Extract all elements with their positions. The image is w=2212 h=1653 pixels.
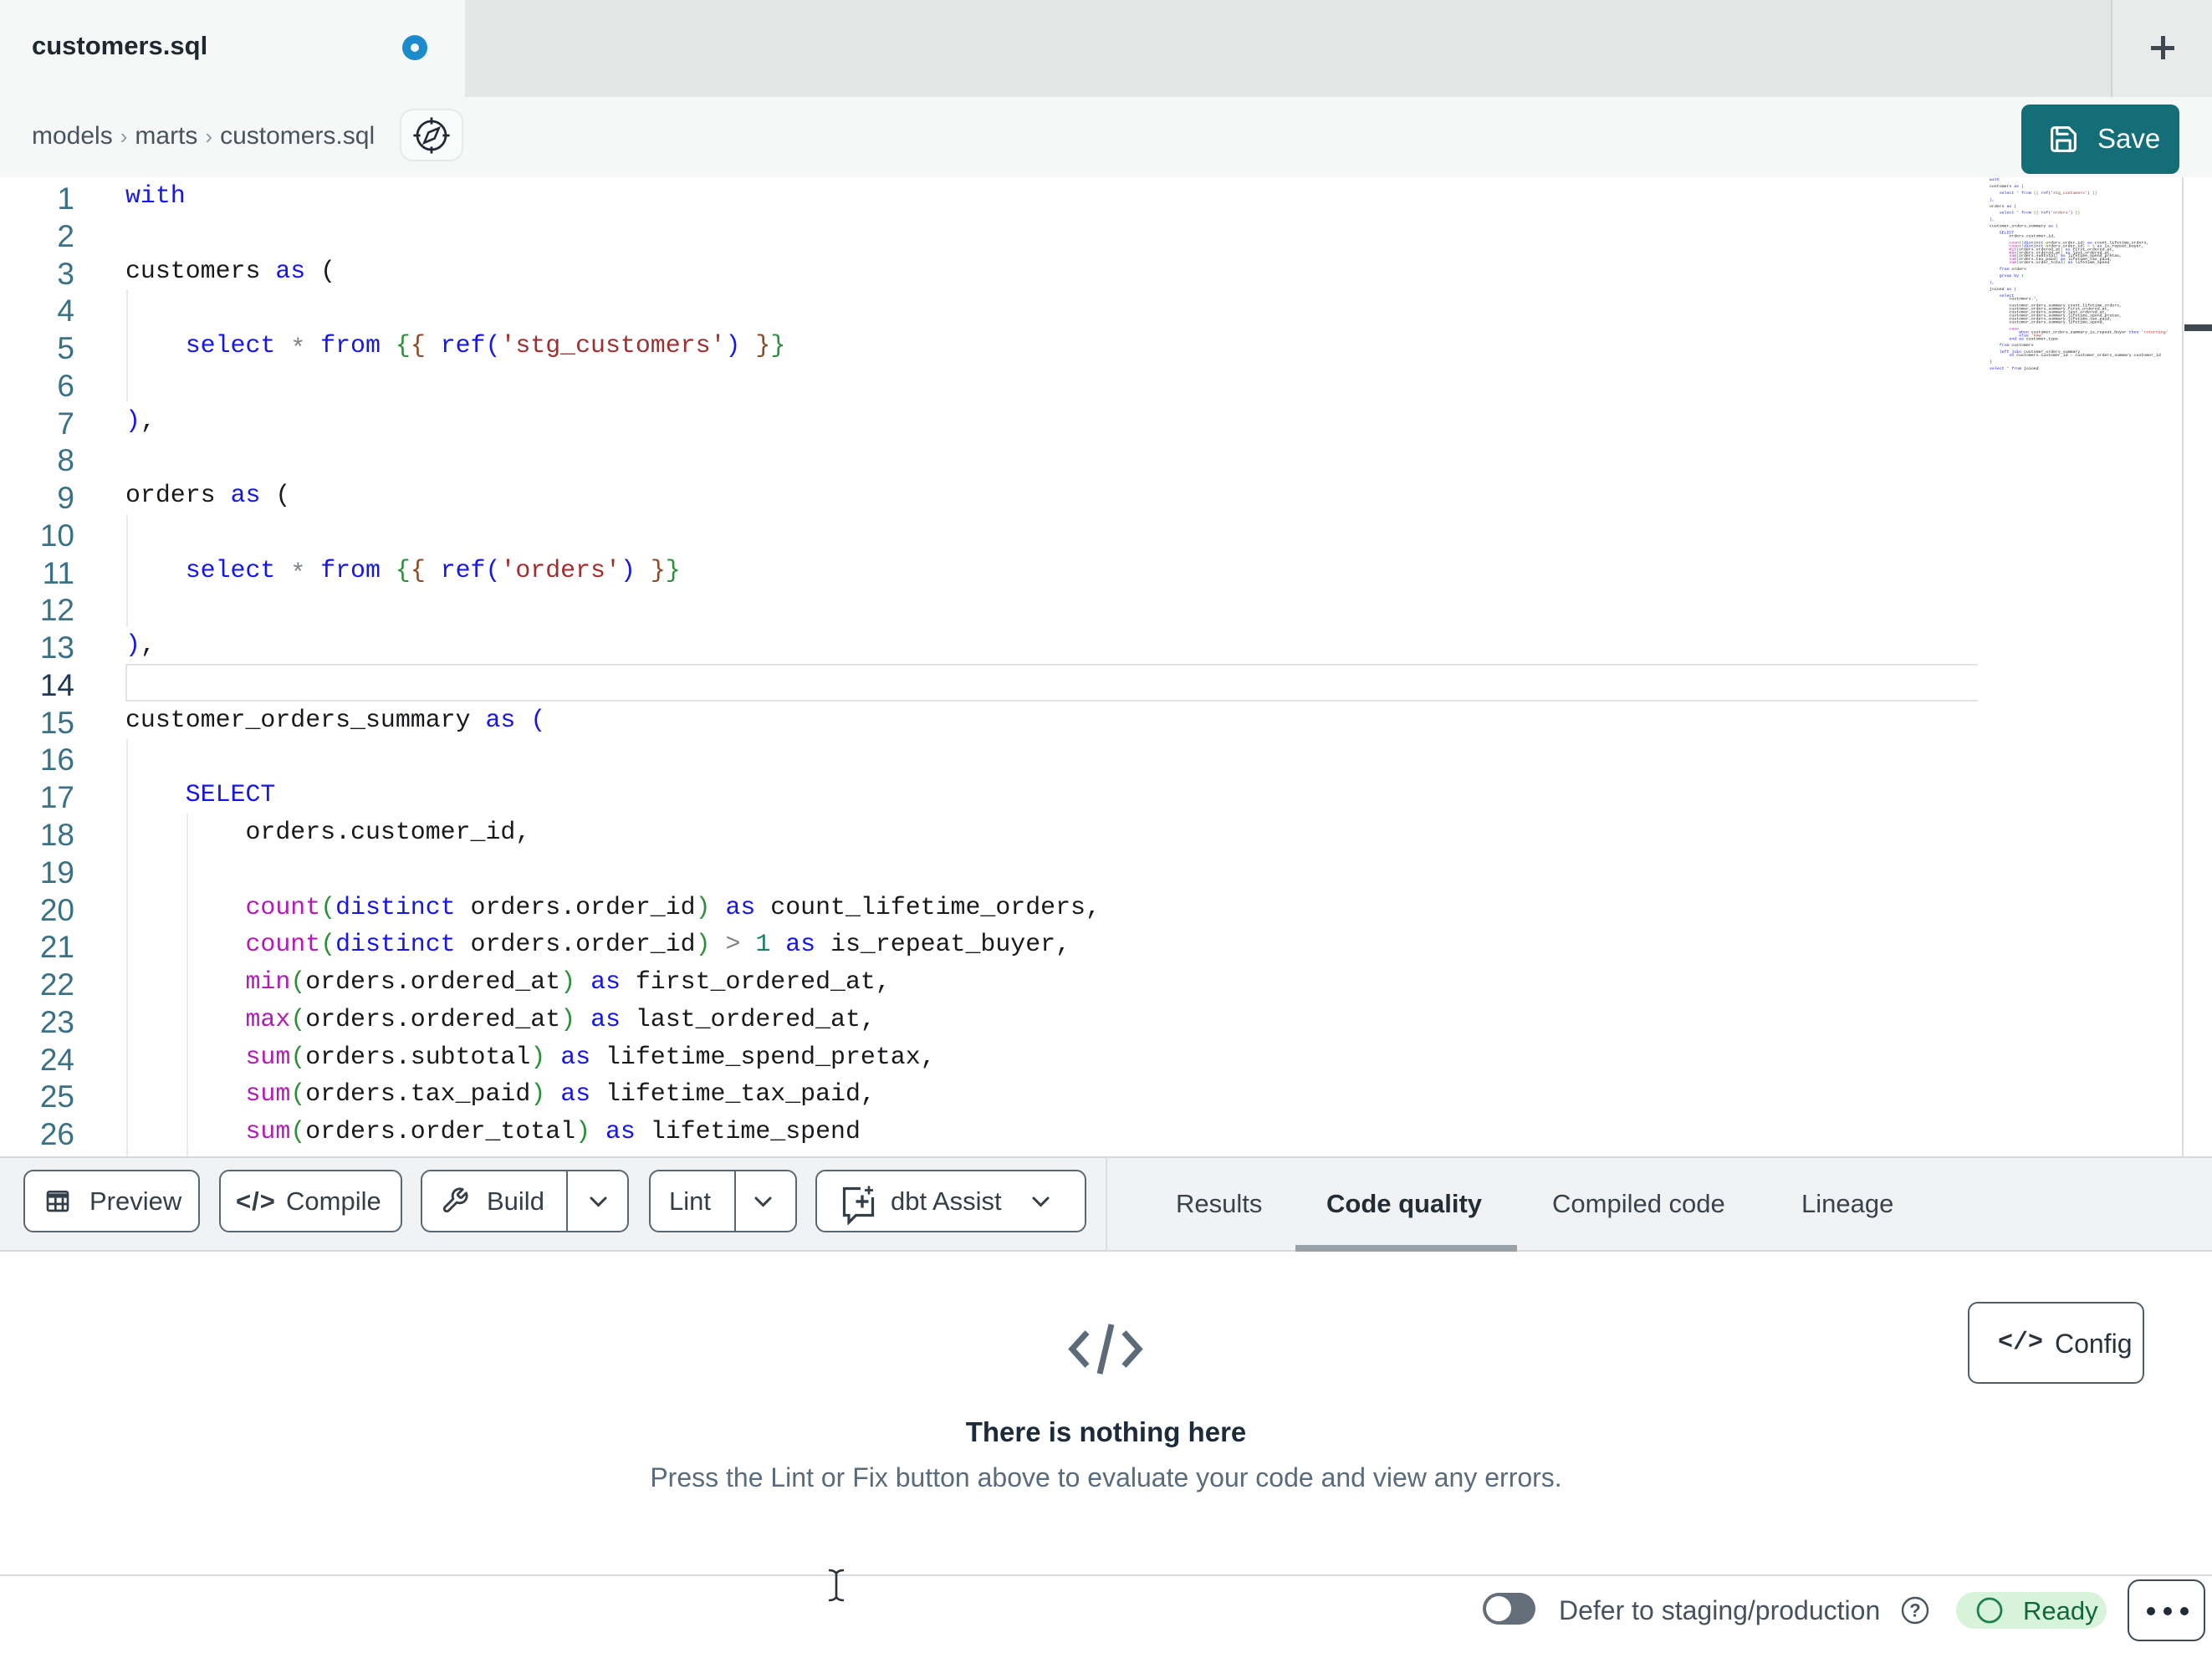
svg-text:?: ?	[1909, 1600, 1920, 1621]
